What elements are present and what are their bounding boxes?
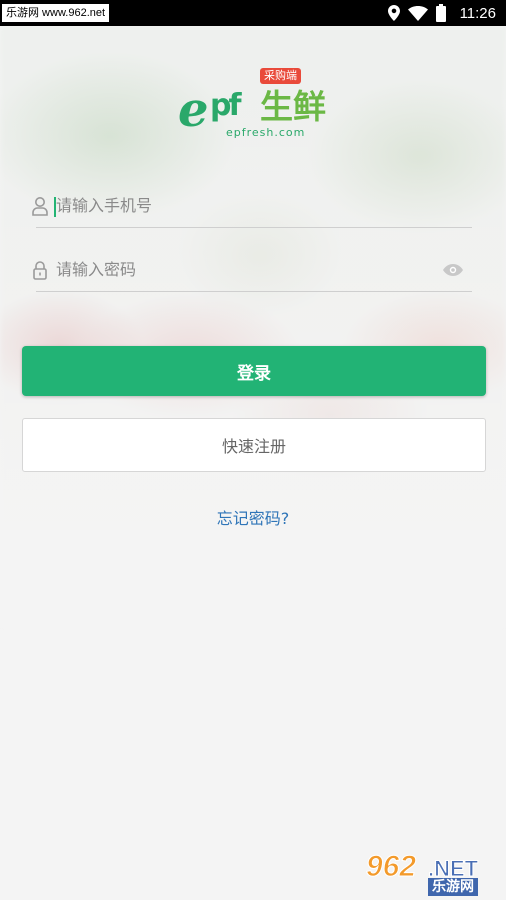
password-input[interactable]: 请输入密码 xyxy=(56,259,136,281)
lock-icon xyxy=(33,261,47,280)
login-button[interactable]: 登录 xyxy=(22,346,486,396)
logo-brand-cn: 生鲜 xyxy=(260,87,326,126)
status-bar: 乐游网 www.962.net 11:26 xyxy=(0,0,506,26)
status-time: 11:26 xyxy=(459,4,496,22)
show-password-icon[interactable] xyxy=(442,262,464,278)
status-bar-label: 乐游网 www.962.net xyxy=(2,4,110,22)
phone-field[interactable]: 请输入手机号 xyxy=(28,186,472,228)
logo-url: epfresh.com xyxy=(226,126,306,139)
app-logo: e pf 采购端 生鲜 epfresh.com xyxy=(176,66,336,146)
phone-underline xyxy=(36,227,472,228)
watermark-cn: 乐游网 xyxy=(428,878,478,896)
status-bar-right: 11:26 xyxy=(387,0,496,26)
password-field[interactable]: 请输入密码 xyxy=(28,250,472,292)
battery-icon xyxy=(435,4,446,22)
forgot-password-link[interactable]: 忘记密码? xyxy=(0,505,506,529)
phone-input[interactable]: 请输入手机号 xyxy=(56,195,152,217)
logo-e: e xyxy=(178,82,209,138)
location-icon xyxy=(387,5,400,21)
user-icon xyxy=(32,197,48,216)
watermark: 962 .NET 乐游网 xyxy=(365,850,500,896)
wifi-icon xyxy=(407,5,428,21)
logo-pf: pf xyxy=(210,88,241,123)
watermark-number: 962 xyxy=(365,850,417,883)
register-button[interactable]: 快速注册 xyxy=(22,418,486,472)
password-underline xyxy=(36,291,472,292)
